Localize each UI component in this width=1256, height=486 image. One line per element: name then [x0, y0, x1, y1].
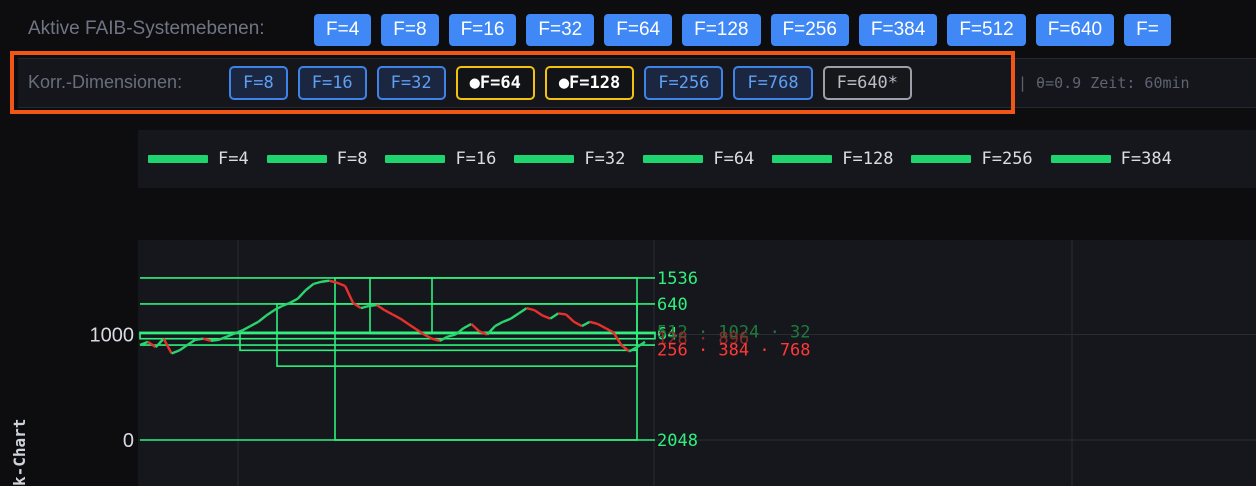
price-segment-4: [162, 338, 173, 355]
level-label-5: 256 · 384 · 768: [657, 340, 811, 360]
price-segment-31: [376, 303, 386, 312]
price-segment-29: [360, 304, 370, 310]
price-segment-43: [470, 323, 481, 333]
price-segment-10: [210, 338, 220, 343]
price-segment-26: [336, 281, 346, 288]
price-segment-35: [407, 322, 417, 331]
price-segment-42: [462, 322, 472, 330]
price-segment-57: [581, 320, 591, 328]
level-box-2: [276, 303, 638, 367]
price-segment-27: [344, 285, 355, 304]
price-segment-23: [313, 280, 322, 286]
price-segment-56: [573, 320, 583, 328]
price-segment-48: [510, 312, 520, 320]
y-tick-label-1: 1000: [90, 325, 135, 347]
level-label-6: 2048: [657, 431, 698, 451]
level-label-1: 640: [657, 295, 688, 315]
price-segment-5: [171, 349, 180, 355]
price-segment-32: [384, 309, 394, 316]
price-segment-33: [391, 313, 401, 320]
price-segment-21: [296, 289, 307, 300]
level-box-0: [334, 277, 638, 441]
price-segment-59: [597, 322, 607, 330]
price-segment-14: [242, 325, 252, 332]
price-segment-49: [518, 307, 528, 315]
price-segment-3: [154, 337, 165, 348]
price-segment-34: [399, 317, 409, 325]
price-segment-58: [589, 320, 598, 326]
price-segment-18: [273, 304, 283, 312]
price-segment-15: [249, 320, 259, 328]
y-axis-label: k-Chart: [10, 418, 29, 486]
price-segment-46: [494, 320, 504, 328]
price-segment-54: [558, 312, 567, 316]
price-segment-53: [549, 312, 559, 320]
price-segment-20: [289, 297, 299, 304]
y-tick-label-0: 0: [123, 430, 134, 452]
price-segment-16: [257, 314, 268, 323]
price-segment-47: [502, 317, 512, 323]
price-segment-50: [526, 306, 535, 312]
price-segment-24: [321, 279, 330, 283]
price-chart[interactable]: 01000153664064512 · 1024 · 32128 · 89625…: [0, 0, 1256, 486]
price-segment-25: [329, 279, 338, 284]
price-segment-22: [304, 282, 315, 292]
price-segment-51: [533, 309, 544, 317]
price-segment-52: [541, 314, 551, 320]
price-segment-8: [195, 337, 204, 341]
level-label-0: 1536: [657, 269, 698, 289]
price-segment-30: [368, 303, 377, 308]
price-segment-55: [565, 313, 575, 323]
price-segment-17: [265, 309, 275, 317]
